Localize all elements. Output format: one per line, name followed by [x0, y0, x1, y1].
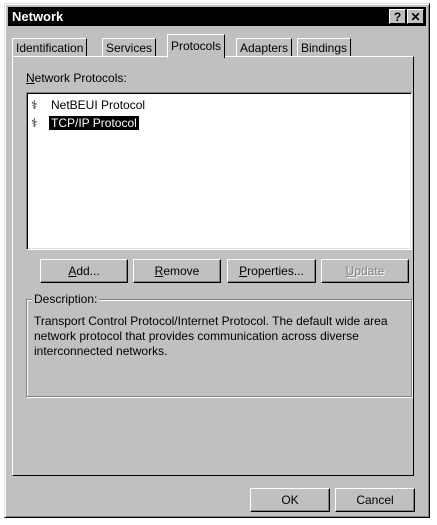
window-title: Network — [12, 9, 64, 24]
list-item-netbeui[interactable]: ⚕ NetBEUI Protocol — [31, 97, 147, 113]
help-button[interactable]: ? — [389, 9, 406, 24]
description-title: Description: — [32, 292, 100, 306]
network-protocol-icon: ⚕ — [31, 116, 38, 130]
protocols-listbox[interactable]: ⚕ NetBEUI Protocol ⚕ TCP/IP Protocol — [26, 92, 412, 250]
tab-identification[interactable]: Identification — [12, 38, 88, 57]
description-text: Transport Control Protocol/Internet Prot… — [34, 314, 388, 358]
remove-button[interactable]: Remove — [133, 259, 221, 283]
tab-adapters[interactable]: Adapters — [236, 38, 293, 57]
list-item-tcpip[interactable]: ⚕ TCP/IP Protocol — [31, 115, 140, 131]
network-protocol-icon: ⚕ — [31, 98, 38, 112]
ok-button[interactable]: OK — [250, 488, 330, 512]
tab-protocols[interactable]: Protocols — [167, 34, 226, 58]
cancel-button[interactable]: Cancel — [335, 488, 415, 512]
close-button[interactable]: ✕ — [407, 9, 424, 24]
tab-services[interactable]: Services — [102, 38, 157, 57]
title-bar[interactable]: Network ? ✕ — [8, 7, 426, 26]
add-button[interactable]: Add... — [40, 259, 128, 283]
network-protocols-label: Network Protocols: — [26, 71, 127, 85]
update-button[interactable]: Update — [321, 259, 409, 283]
properties-button[interactable]: Properties... — [227, 259, 316, 283]
tab-bindings[interactable]: Bindings — [297, 38, 352, 57]
